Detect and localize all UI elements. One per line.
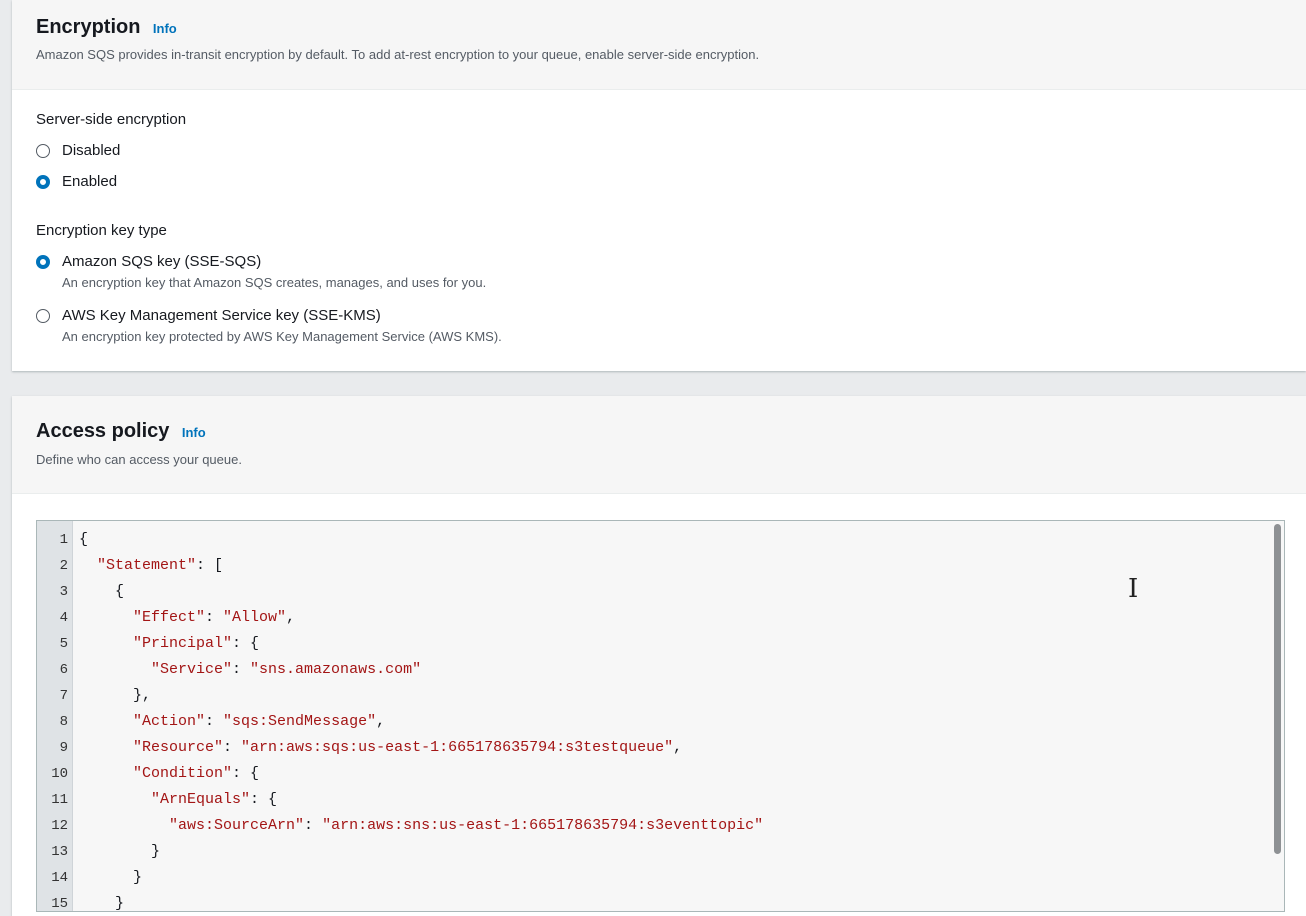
policy-code-editor[interactable]: 1{2 "Statement": [3 {4 "Effect": "Allow"… [36,520,1285,912]
code-text: { [79,583,125,600]
radio-button[interactable] [36,309,50,323]
line-number: 13 [51,844,68,860]
line-number: 5 [59,636,68,652]
code-text: "ArnEquals": { [151,791,278,808]
code-lines: 1{2 "Statement": [3 {4 "Effect": "Allow"… [37,527,1284,912]
code-text: "Effect": "Allow", [133,609,296,626]
code-line: 15 } [37,891,1284,912]
code-line: 13 } [37,839,1284,865]
code-text: "Principal": { [133,635,260,652]
key-type-label: Encryption key type [36,222,167,239]
radio-button-selected[interactable] [36,175,50,189]
key-type-option-description: An encryption key protected by AWS Key M… [62,329,502,344]
key-type-option-label: Amazon SQS key (SSE-SQS) [62,253,262,270]
code-line: 1{ [37,527,1284,553]
key-type-option-description: An encryption key that Amazon SQS create… [62,275,487,290]
access-policy-header: Access policy Info Define who can access… [12,396,1306,494]
line-number: 11 [51,792,68,808]
access-policy-info-link[interactable]: Info [182,425,206,440]
code-text: } [79,869,143,886]
code-line: 10 "Condition": { [37,761,1284,787]
code-line: 12 "aws:SourceArn": "arn:aws:sns:us-east… [37,813,1284,839]
code-line: 9 "Resource": "arn:aws:sqs:us-east-1:665… [37,735,1284,761]
key-type-option-label: AWS Key Management Service key (SSE-KMS) [62,307,381,324]
code-text: { [79,531,89,548]
line-number: 6 [59,662,68,678]
line-number: 10 [51,766,68,782]
code-line: 11 "ArnEquals": { [37,787,1284,813]
line-number: 9 [59,740,68,756]
radio-button[interactable] [36,144,50,158]
sse-option-enabled[interactable]: Enabled [36,173,117,190]
encryption-description: Amazon SQS provides in-transit encryptio… [36,47,760,62]
encryption-panel: Encryption Info Amazon SQS provides in-t… [12,0,1306,371]
line-number: 3 [59,584,68,600]
code-line: 5 "Principal": { [37,631,1284,657]
code-line: 8 "Action": "sqs:SendMessage", [37,709,1284,735]
code-line: 4 "Effect": "Allow", [37,605,1284,631]
line-number: 1 [59,532,68,548]
access-policy-description: Define who can access your queue. [36,452,242,467]
line-number: 2 [59,558,68,574]
code-text: "Condition": { [133,765,260,782]
code-text: "Service": "sns.amazonaws.com" [151,661,422,678]
key-type-option-sse-kms[interactable]: AWS Key Management Service key (SSE-KMS)… [36,307,502,344]
code-text: "Action": "sqs:SendMessage", [133,713,386,730]
code-line: 6 "Service": "sns.amazonaws.com" [37,657,1284,683]
encryption-header: Encryption Info Amazon SQS provides in-t… [12,0,1306,90]
sse-label: Server-side encryption [36,111,187,128]
encryption-info-link[interactable]: Info [153,21,177,36]
code-line: 14 } [37,865,1284,891]
line-number: 14 [51,870,68,886]
line-number: 8 [59,714,68,730]
code-line: 3 { [37,579,1284,605]
text-cursor-icon: I [1128,574,1139,604]
encryption-title: Encryption [36,16,141,38]
sse-option-label: Disabled [62,142,121,159]
access-policy-title: Access policy [36,420,170,442]
code-text: } [79,895,125,912]
code-text: "Statement": [ [97,557,224,574]
radio-button-selected[interactable] [36,255,50,269]
code-text: "aws:SourceArn": "arn:aws:sns:us-east-1:… [169,817,764,834]
line-number: 12 [51,818,68,834]
editor-scrollbar[interactable] [1274,524,1281,854]
line-number: 15 [51,896,68,912]
code-text: }, [79,687,152,704]
sse-option-label: Enabled [62,173,118,190]
line-number: 4 [59,610,68,626]
code-line: 7 }, [37,683,1284,709]
key-type-option-sse-sqs[interactable]: Amazon SQS key (SSE-SQS) An encryption k… [36,253,486,290]
code-text: "Resource": "arn:aws:sqs:us-east-1:66517… [133,739,683,756]
access-policy-panel: Access policy Info Define who can access… [12,396,1306,916]
code-line: 2 "Statement": [ [37,553,1284,579]
code-text: } [79,843,161,860]
line-number: 7 [59,688,68,704]
sse-option-disabled[interactable]: Disabled [36,142,120,159]
